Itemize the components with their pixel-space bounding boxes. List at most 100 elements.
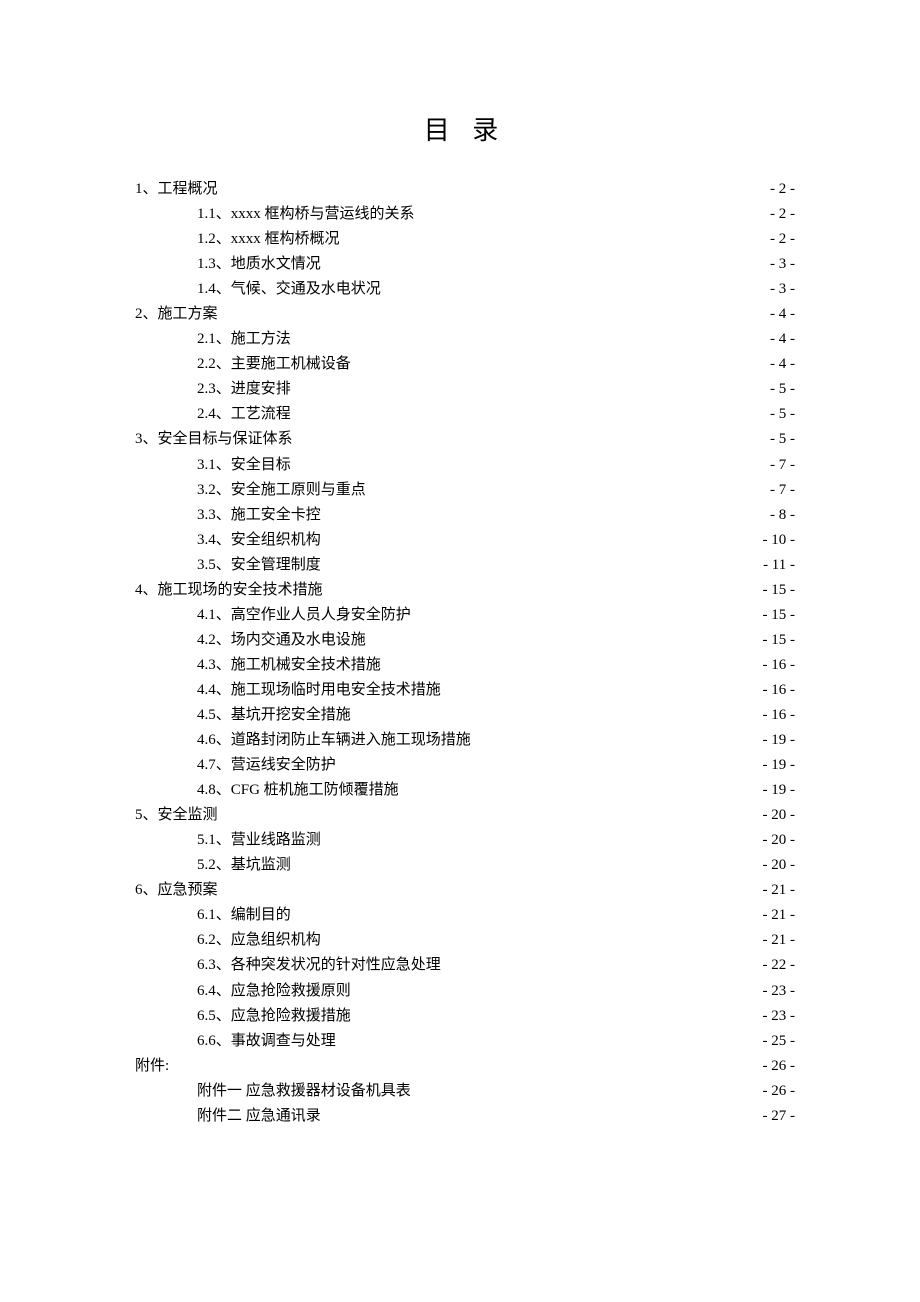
toc-entry: 2.1、施工方法 - 4 - bbox=[135, 327, 795, 352]
toc-entry: 5.2、基坑监测 - 20 - bbox=[135, 853, 795, 878]
toc-entry-page: - 23 - bbox=[763, 979, 796, 1004]
toc-entry-label: 3.2、安全施工原则与重点 bbox=[197, 478, 366, 503]
toc-entry-page: - 10 - bbox=[763, 528, 796, 553]
toc-entry-label: 3、安全目标与保证体系 bbox=[135, 427, 293, 452]
toc-entry-label: 3.3、施工安全卡控 bbox=[197, 503, 321, 528]
toc-entry-page: - 2 - bbox=[770, 202, 795, 227]
toc-entry-label: 2、施工方案 bbox=[135, 302, 218, 327]
toc-entry-label: 6.4、应急抢险救援原则 bbox=[197, 979, 351, 1004]
toc-entry: 2.2、主要施工机械设备- 4 - bbox=[135, 352, 795, 377]
toc-entry-page: - 16 - bbox=[763, 678, 796, 703]
toc-entry-label: 2.1、施工方法 bbox=[197, 327, 291, 352]
toc-entry-label: 4、施工现场的安全技术措施 bbox=[135, 578, 323, 603]
toc-entry: 4.2、场内交通及水电设施 - 15 - bbox=[135, 628, 795, 653]
toc-entry-page: - 15 - bbox=[763, 578, 796, 603]
toc-entry-page: - 15 - bbox=[763, 628, 796, 653]
toc-entry-label: 5.2、基坑监测 bbox=[197, 853, 291, 878]
toc-entry-label: 1.3、地质水文情况 bbox=[197, 252, 321, 277]
toc-entry-label: 6.3、各种突发状况的针对性应急处理 bbox=[197, 953, 441, 978]
toc-entry-label: 4.6、道路封闭防止车辆进入施工现场措施 bbox=[197, 728, 471, 753]
toc-entry-page: - 22 - bbox=[763, 953, 796, 978]
toc-entry-page: - 20 - bbox=[763, 853, 796, 878]
toc-entry: 附件: - 26 - bbox=[135, 1054, 795, 1079]
toc-entry: 3.3、施工安全卡控 - 8 - bbox=[135, 503, 795, 528]
toc-entry-label: 附件一 应急救援器材设备机具表 bbox=[197, 1079, 411, 1104]
toc-entry-label: 1.4、气候、交通及水电状况 bbox=[197, 277, 381, 302]
toc-entry-page: - 25 - bbox=[763, 1029, 796, 1054]
toc-entry-page: - 5 - bbox=[770, 402, 795, 427]
toc-entry: 4.5、基坑开挖安全措施 - 16 - bbox=[135, 703, 795, 728]
toc-entry: 4.7、营运线安全防护 - 19 - bbox=[135, 753, 795, 778]
toc-entry-label: 4.1、高空作业人员人身安全防护 bbox=[197, 603, 411, 628]
toc-entry: 1.2、xxxx 框构桥概况 - 2 - bbox=[135, 227, 795, 252]
toc-entry: 6.3、各种突发状况的针对性应急处理 - 22 - bbox=[135, 953, 795, 978]
toc-entry-page: - 19 - bbox=[763, 753, 796, 778]
toc-entry-label: 6.6、事故调查与处理 bbox=[197, 1029, 336, 1054]
toc-entry-page: - 26 - bbox=[763, 1079, 796, 1104]
toc-entry: 3.4、安全组织机构- 10 - bbox=[135, 528, 795, 553]
toc-entry: 1、工程概况 - 2 - bbox=[135, 177, 795, 202]
toc-entry-page: - 3 - bbox=[770, 252, 795, 277]
toc-entry-page: - 21 - bbox=[763, 928, 796, 953]
toc-entry-label: 1、工程概况 bbox=[135, 177, 218, 202]
toc-entry-page: - 11 - bbox=[763, 553, 795, 578]
toc-entry: 6.5、应急抢险救援措施 - 23 - bbox=[135, 1004, 795, 1029]
toc-entry: 5.1、营业线路监测 - 20 - bbox=[135, 828, 795, 853]
toc-entry-page: - 20 - bbox=[763, 828, 796, 853]
toc-entry-label: 6.2、应急组织机构 bbox=[197, 928, 321, 953]
toc-entry: 3.5、安全管理制度- 11 - bbox=[135, 553, 795, 578]
toc-entry-label: 5、安全监测 bbox=[135, 803, 218, 828]
toc-entry: 1.3、地质水文情况 - 3 - bbox=[135, 252, 795, 277]
toc-entry: 1.1、xxxx 框构桥与营运线的关系 - 2 - bbox=[135, 202, 795, 227]
toc-entry-label: 2.3、进度安排 bbox=[197, 377, 291, 402]
toc-entry-label: 附件二 应急通讯录 bbox=[197, 1104, 321, 1129]
toc-entry-label: 2.2、主要施工机械设备 bbox=[197, 352, 351, 377]
toc-entry-label: 4.7、营运线安全防护 bbox=[197, 753, 336, 778]
toc-entry: 附件一 应急救援器材设备机具表 - 26 - bbox=[135, 1079, 795, 1104]
toc-entry-label: 2.4、工艺流程 bbox=[197, 402, 291, 427]
toc-entry: 3.1、安全目标- 7 - bbox=[135, 453, 795, 478]
toc-entry-page: - 27 - bbox=[763, 1104, 796, 1129]
toc-entry-page: - 5 - bbox=[770, 377, 795, 402]
toc-entry-label: 附件: bbox=[135, 1054, 169, 1079]
toc-entry: 4.6、道路封闭防止车辆进入施工现场措施- 19 - bbox=[135, 728, 795, 753]
toc-entry-page: - 23 - bbox=[763, 1004, 796, 1029]
toc-entry-label: 1.2、xxxx 框构桥概况 bbox=[197, 227, 340, 252]
toc-entry-page: - 16 - bbox=[763, 703, 796, 728]
toc-entry-page: - 8 - bbox=[770, 503, 795, 528]
toc-entry-page: - 2 - bbox=[770, 177, 795, 202]
toc-entry-label: 6、应急预案 bbox=[135, 878, 218, 903]
toc-entry: 2.4、工艺流程 - 5 - bbox=[135, 402, 795, 427]
toc-entry-page: - 21 - bbox=[763, 903, 796, 928]
toc-entry: 附件二 应急通讯录 - 27 - bbox=[135, 1104, 795, 1129]
toc-entry-page: - 20 - bbox=[763, 803, 796, 828]
toc-entry-page: - 4 - bbox=[770, 327, 795, 352]
toc-entry-label: 4.3、施工机械安全技术措施 bbox=[197, 653, 381, 678]
toc-entry-label: 4.2、场内交通及水电设施 bbox=[197, 628, 366, 653]
document-page: 目 录 1、工程概况- 2 -1.1、xxxx 框构桥与营运线的关系- 2 -1… bbox=[0, 0, 920, 1229]
toc-entry: 4.8、CFG 桩机施工防倾覆措施- 19 - bbox=[135, 778, 795, 803]
toc-entry-page: - 26 - bbox=[763, 1054, 796, 1079]
toc-container: 1、工程概况- 2 -1.1、xxxx 框构桥与营运线的关系- 2 -1.2、x… bbox=[135, 177, 795, 1129]
toc-entry-label: 4.4、施工现场临时用电安全技术措施 bbox=[197, 678, 441, 703]
toc-entry: 6.6、事故调查与处理 - 25 - bbox=[135, 1029, 795, 1054]
toc-entry: 4.4、施工现场临时用电安全技术措施 - 16 - bbox=[135, 678, 795, 703]
toc-entry-label: 5.1、营业线路监测 bbox=[197, 828, 321, 853]
toc-title: 目 录 bbox=[135, 110, 795, 147]
toc-entry: 4.3、施工机械安全技术措施 - 16 - bbox=[135, 653, 795, 678]
toc-entry: 2.3、进度安排 - 5 - bbox=[135, 377, 795, 402]
toc-entry-page: - 2 - bbox=[770, 227, 795, 252]
toc-entry: 6.2、应急组织机构 - 21 - bbox=[135, 928, 795, 953]
toc-entry: 1.4、气候、交通及水电状况- 3 - bbox=[135, 277, 795, 302]
toc-entry: 5、安全监测 - 20 - bbox=[135, 803, 795, 828]
toc-entry: 3.2、安全施工原则与重点 - 7 - bbox=[135, 478, 795, 503]
toc-entry-page: - 7 - bbox=[770, 478, 795, 503]
toc-entry-page: - 7 - bbox=[770, 453, 795, 478]
toc-entry-label: 6.1、编制目的 bbox=[197, 903, 291, 928]
toc-entry-label: 4.5、基坑开挖安全措施 bbox=[197, 703, 351, 728]
toc-entry-label: 1.1、xxxx 框构桥与营运线的关系 bbox=[197, 202, 415, 227]
toc-entry-label: 6.5、应急抢险救援措施 bbox=[197, 1004, 351, 1029]
toc-entry: 6.4、应急抢险救援原则 - 23 - bbox=[135, 979, 795, 1004]
toc-entry-page: - 16 - bbox=[763, 653, 796, 678]
toc-entry: 2、施工方案- 4 - bbox=[135, 302, 795, 327]
